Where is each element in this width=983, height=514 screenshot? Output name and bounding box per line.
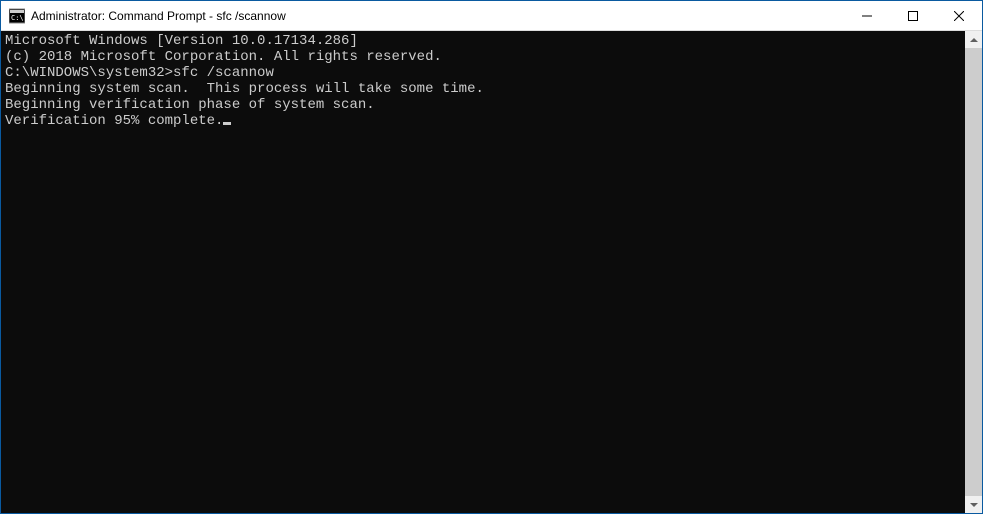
close-button[interactable]: [936, 1, 982, 30]
scroll-thumb[interactable]: [965, 48, 982, 496]
scroll-up-button[interactable]: [965, 31, 982, 48]
terminal-line: Verification 95% complete.: [5, 113, 965, 129]
scroll-track[interactable]: [965, 48, 982, 496]
terminal-line: C:\WINDOWS\system32>sfc /scannow: [5, 65, 965, 81]
terminal-output[interactable]: Microsoft Windows [Version 10.0.17134.28…: [1, 31, 965, 513]
window-title: Administrator: Command Prompt - sfc /sca…: [31, 9, 844, 23]
titlebar[interactable]: C:\ Administrator: Command Prompt - sfc …: [1, 1, 982, 31]
terminal-line: Beginning system scan. This process will…: [5, 81, 965, 97]
scroll-down-button[interactable]: [965, 496, 982, 513]
terminal-line: Microsoft Windows [Version 10.0.17134.28…: [5, 33, 965, 49]
window-frame: C:\ Administrator: Command Prompt - sfc …: [0, 0, 983, 514]
terminal-container: Microsoft Windows [Version 10.0.17134.28…: [1, 31, 982, 513]
cursor-icon: [223, 122, 231, 125]
minimize-button[interactable]: [844, 1, 890, 30]
terminal-line: Beginning verification phase of system s…: [5, 97, 965, 113]
titlebar-controls: [844, 1, 982, 30]
cmd-icon: C:\: [9, 8, 25, 24]
terminal-line: (c) 2018 Microsoft Corporation. All righ…: [5, 49, 965, 65]
maximize-button[interactable]: [890, 1, 936, 30]
scrollbar-vertical[interactable]: [965, 31, 982, 513]
svg-text:C:\: C:\: [11, 14, 24, 22]
